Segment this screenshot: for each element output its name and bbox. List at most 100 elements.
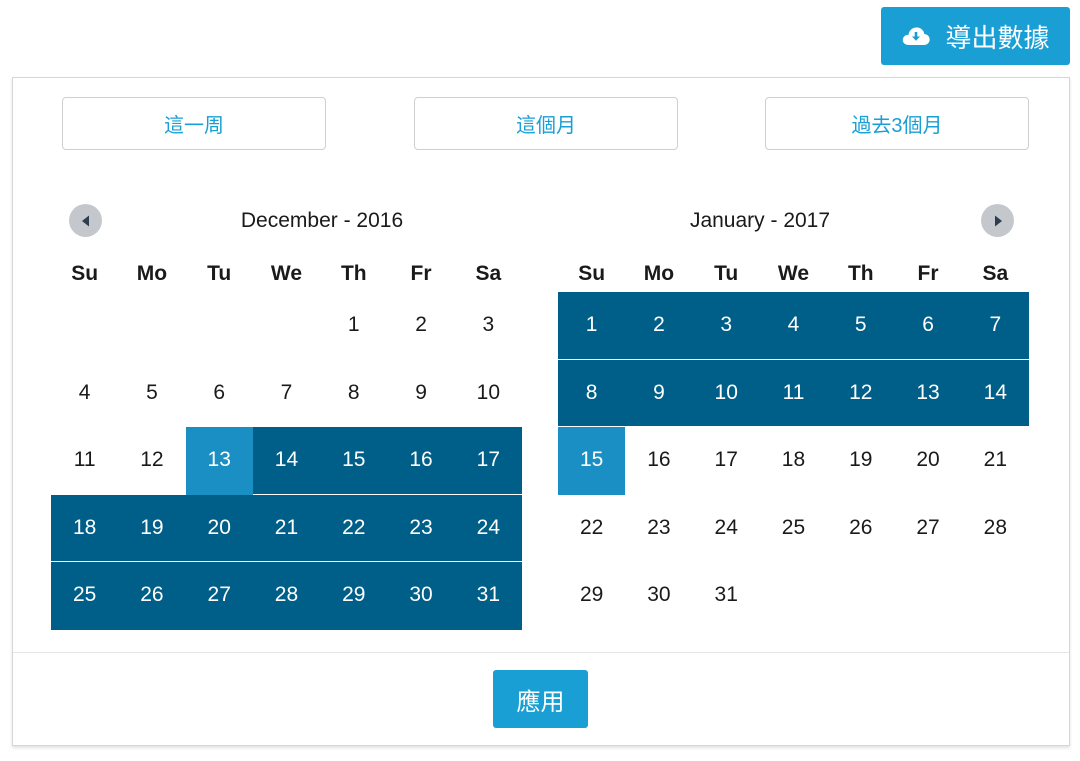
calendar-day[interactable]: 25 <box>51 562 119 630</box>
calendar-empty-cell <box>894 562 961 630</box>
calendar-day[interactable]: 25 <box>760 495 827 563</box>
preset-this-month-button[interactable]: 這個月 <box>414 97 678 150</box>
calendar-day[interactable]: 22 <box>320 494 388 562</box>
calendar-day[interactable]: 23 <box>625 495 692 563</box>
weekday-label: Mo <box>643 262 675 285</box>
preset-this-week-button[interactable]: 這一周 <box>62 97 326 150</box>
calendar-day[interactable]: 29 <box>320 562 388 630</box>
export-data-button[interactable]: 導出數據 <box>881 7 1070 65</box>
calendar-day[interactable]: 5 <box>827 292 895 360</box>
prev-month-button[interactable] <box>69 204 102 237</box>
calendar-day[interactable]: 11 <box>51 427 118 495</box>
calendar-day[interactable]: 20 <box>894 427 961 495</box>
calendar-empty-cell <box>253 292 320 360</box>
calendar-day[interactable]: 4 <box>759 292 828 360</box>
calendar-day[interactable]: 29 <box>558 562 625 630</box>
calendar-day[interactable]: 16 <box>387 427 455 495</box>
calendar-december-2016: Su Mo Tu We Th Fr Sa 1 2 3 4 5 6 7 8 9 10 11 12 13 14 15 16 17 1… <box>51 255 522 630</box>
weekday-header-row: Su Mo Tu We Th Fr Sa <box>558 255 1029 292</box>
triangle-right-icon <box>994 215 1002 226</box>
calendar-empty-cell <box>962 562 1029 630</box>
calendar-day[interactable]: 23 <box>387 494 455 562</box>
weekday-label: Th <box>340 262 367 285</box>
calendar-week-row: 25 26 27 28 29 30 31 <box>51 562 522 630</box>
calendar-day[interactable]: 1 <box>558 292 626 360</box>
calendar-day[interactable]: 26 <box>118 562 186 630</box>
calendar-day[interactable]: 4 <box>51 360 118 428</box>
weekday-label: Sa <box>475 262 502 285</box>
calendar-day[interactable]: 9 <box>387 360 454 428</box>
next-month-button[interactable] <box>981 204 1014 237</box>
calendar-empty-cell <box>118 292 185 360</box>
calendar-week-row: 11 12 13 14 15 16 17 <box>51 427 522 495</box>
calendar-day[interactable]: 12 <box>827 359 895 427</box>
calendar-day[interactable]: 5 <box>118 360 185 428</box>
calendar-empty-cell <box>186 292 253 360</box>
calendar-january-2017: Su Mo Tu We Th Fr Sa 1 2 3 4 5 6 7 8 9 10 11 12 13 14 15 16 17 1… <box>558 255 1029 630</box>
calendar-day[interactable]: 30 <box>625 562 692 630</box>
calendar-day[interactable]: 27 <box>185 562 253 630</box>
calendar-day[interactable]: 15 <box>320 427 388 495</box>
calendar-day[interactable]: 22 <box>558 495 625 563</box>
weekday-label: Su <box>71 262 99 285</box>
calendar-day[interactable]: 20 <box>185 494 253 562</box>
calendar-day[interactable]: 30 <box>387 562 455 630</box>
weekday-label: Tu <box>714 262 739 285</box>
calendar-day[interactable]: 28 <box>252 562 321 630</box>
calendar-day[interactable]: 24 <box>454 494 522 562</box>
weekday-label: We <box>270 262 303 285</box>
calendar-day[interactable]: 1 <box>320 292 387 360</box>
calendar-day[interactable]: 18 <box>51 494 119 562</box>
triangle-left-icon <box>81 215 89 226</box>
calendar-week-row: 8 9 10 11 12 13 14 <box>558 359 1029 427</box>
calendar-day[interactable]: 6 <box>894 292 962 360</box>
calendar-day[interactable]: 2 <box>625 292 693 360</box>
calendar-day[interactable]: 31 <box>454 562 522 630</box>
calendar-week-row: 4 5 6 7 8 9 10 <box>51 360 522 428</box>
calendar-day[interactable]: 24 <box>693 495 760 563</box>
weekday-label: Th <box>847 262 874 285</box>
calendar-day[interactable]: 3 <box>455 292 522 360</box>
calendar-day[interactable]: 27 <box>894 495 961 563</box>
calendar-empty-cell <box>827 562 894 630</box>
calendar-day[interactable]: 16 <box>625 427 692 495</box>
calendar-day[interactable]: 31 <box>693 562 760 630</box>
calendar-day[interactable]: 8 <box>558 359 626 427</box>
calendar-day[interactable]: 18 <box>760 427 827 495</box>
calendar-day[interactable]: 15 <box>558 427 626 495</box>
calendar-day[interactable]: 28 <box>962 495 1029 563</box>
calendar-day[interactable]: 17 <box>454 427 522 495</box>
calendar-day[interactable]: 13 <box>894 359 962 427</box>
apply-button[interactable]: 應用 <box>493 670 588 728</box>
calendar-day[interactable]: 7 <box>961 292 1029 360</box>
calendar-day[interactable]: 19 <box>118 494 186 562</box>
calendar-week-row: 29 30 31 <box>558 562 1029 630</box>
preset-last-3-months-button[interactable]: 過去3個月 <box>765 97 1029 150</box>
calendar-day[interactable]: 10 <box>455 360 522 428</box>
calendar-day[interactable]: 13 <box>185 427 253 495</box>
calendar-day[interactable]: 3 <box>692 292 760 360</box>
weekday-label: Fr <box>917 262 939 285</box>
calendar-week-row: 22 23 24 25 26 27 28 <box>558 495 1029 563</box>
calendar-day[interactable]: 9 <box>625 359 693 427</box>
calendar-day[interactable]: 2 <box>387 292 454 360</box>
weekday-label: We <box>777 262 810 285</box>
calendar-day[interactable]: 19 <box>827 427 894 495</box>
calendar-week-row: 1234567 <box>558 292 1029 360</box>
calendar-day[interactable]: 6 <box>186 360 253 428</box>
weekday-label: Tu <box>207 262 232 285</box>
calendar-day[interactable]: 26 <box>827 495 894 563</box>
calendar-day[interactable]: 7 <box>253 360 320 428</box>
calendar-day[interactable]: 14 <box>252 427 321 495</box>
calendar-empty-cell <box>760 562 827 630</box>
calendar-day[interactable]: 14 <box>961 359 1029 427</box>
calendar-day[interactable]: 12 <box>118 427 185 495</box>
calendar-day[interactable]: 17 <box>693 427 760 495</box>
calendar-day[interactable]: 21 <box>962 427 1029 495</box>
calendar-week-row: 123 <box>51 292 522 360</box>
calendar-day[interactable]: 11 <box>759 359 828 427</box>
export-data-label: 導出數據 <box>945 22 1050 53</box>
calendar-day[interactable]: 10 <box>692 359 760 427</box>
calendar-day[interactable]: 21 <box>252 494 321 562</box>
calendar-day[interactable]: 8 <box>320 360 387 428</box>
